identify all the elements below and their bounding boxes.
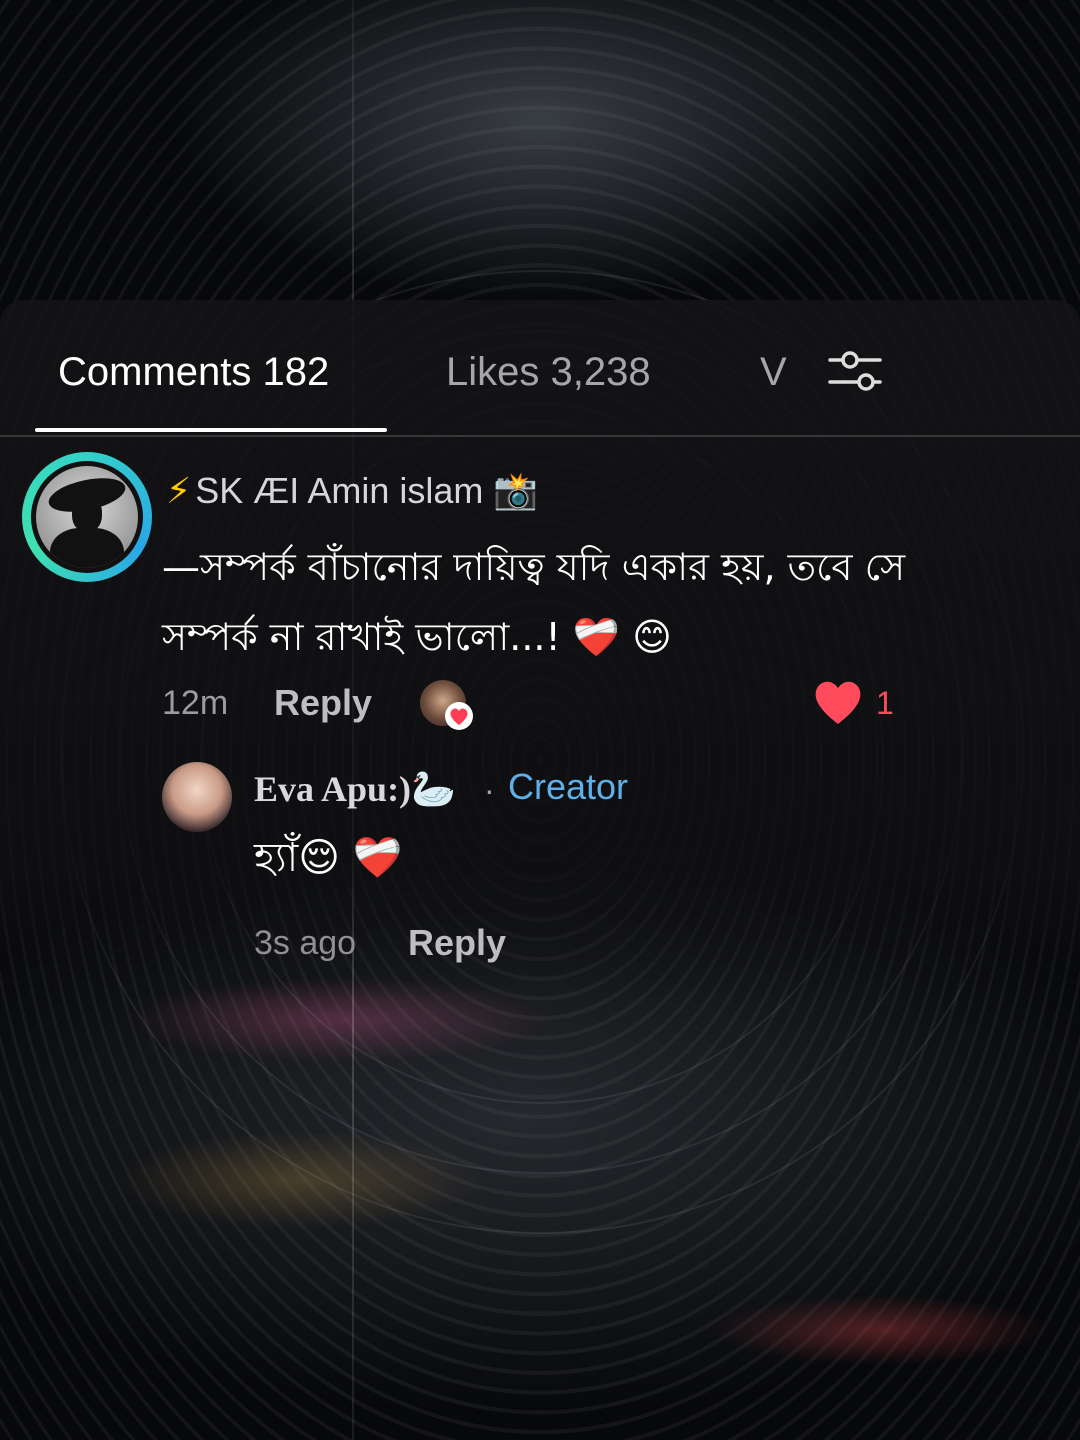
camera-flash-icon: 📸 xyxy=(493,470,539,511)
reply-button[interactable]: Reply xyxy=(274,682,372,724)
comment-timestamp: 12m xyxy=(162,684,229,722)
lightning-icon: ⚡ xyxy=(166,470,192,511)
separator-dot: · xyxy=(484,772,495,808)
reply-timestamp: 3s ago xyxy=(254,924,357,962)
creator-badge: Creator xyxy=(508,766,629,807)
heart-icon[interactable] xyxy=(812,678,864,726)
reply-text: হ্যাঁ😌 ❤️‍🩹 xyxy=(254,835,403,881)
active-tab-indicator xyxy=(35,428,387,432)
tab-comments[interactable]: Comments 182 xyxy=(58,350,329,395)
comments-tabs: Comments 182 Likes 3,238 V xyxy=(0,340,1080,436)
commenter-username[interactable]: ⚡ SK ÆI Amin islam 📸 xyxy=(166,470,538,512)
username-text: SK ÆI Amin islam xyxy=(195,470,484,511)
reply-username[interactable]: Eva Apu:)🦢 xyxy=(254,768,456,810)
tab-likes[interactable]: Likes 3,238 xyxy=(446,350,651,395)
tabs-divider xyxy=(0,435,1080,437)
commenter-avatar[interactable] xyxy=(22,452,152,582)
comment-text: —সম্পর্ক বাঁচানোর দায়িত্ব যদি একার হয়,… xyxy=(162,545,906,659)
filter-sliders-icon[interactable] xyxy=(828,348,882,394)
tab-v[interactable]: V xyxy=(760,350,787,395)
creator-liked-heart-icon xyxy=(445,702,473,730)
like-count: 1 xyxy=(876,685,894,721)
reply-reply-button[interactable]: Reply xyxy=(408,922,506,964)
creator-avatar[interactable] xyxy=(162,762,232,832)
